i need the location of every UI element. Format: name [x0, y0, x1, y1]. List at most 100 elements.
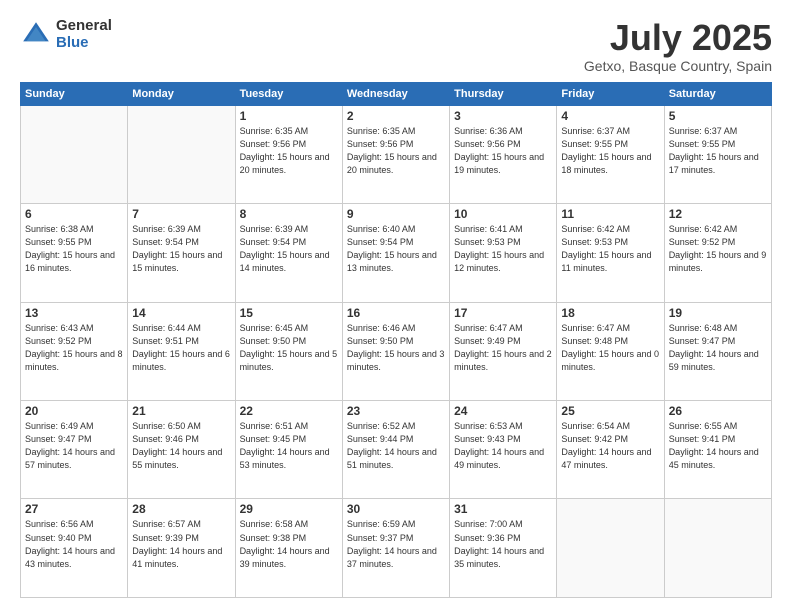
calendar-cell: 3 Sunrise: 6:36 AM Sunset: 9:56 PM Daylig…	[450, 105, 557, 203]
day-info: Sunrise: 6:36 AM Sunset: 9:56 PM Dayligh…	[454, 125, 552, 177]
col-monday: Monday	[128, 82, 235, 105]
calendar-cell: 4 Sunrise: 6:37 AM Sunset: 9:55 PM Daylig…	[557, 105, 664, 203]
day-info: Sunrise: 6:38 AM Sunset: 9:55 PM Dayligh…	[25, 223, 123, 275]
calendar-cell: 9 Sunrise: 6:40 AM Sunset: 9:54 PM Daylig…	[342, 204, 449, 302]
calendar-week-3: 13 Sunrise: 6:43 AM Sunset: 9:52 PM Dayli…	[21, 302, 772, 400]
calendar-cell: 23 Sunrise: 6:52 AM Sunset: 9:44 PM Dayli…	[342, 401, 449, 499]
day-number: 22	[240, 404, 338, 418]
day-info: Sunrise: 6:45 AM Sunset: 9:50 PM Dayligh…	[240, 322, 338, 374]
calendar-cell	[557, 499, 664, 598]
day-number: 29	[240, 502, 338, 516]
day-number: 17	[454, 306, 552, 320]
calendar-cell: 1Sunrise: 6:35 AM Sunset: 9:56 PM Daylig…	[235, 105, 342, 203]
day-info: Sunrise: 7:00 AM Sunset: 9:36 PM Dayligh…	[454, 518, 552, 570]
calendar-cell	[664, 499, 771, 598]
calendar-cell: 24Sunrise: 6:53 AM Sunset: 9:43 PM Dayli…	[450, 401, 557, 499]
day-number: 18	[561, 306, 659, 320]
day-number: 8	[240, 207, 338, 221]
col-friday: Friday	[557, 82, 664, 105]
day-info: Sunrise: 6:57 AM Sunset: 9:39 PM Dayligh…	[132, 518, 230, 570]
calendar-cell: 20 Sunrise: 6:49 AM Sunset: 9:47 PM Dayli…	[21, 401, 128, 499]
calendar-cell: 11Sunrise: 6:42 AM Sunset: 9:53 PM Dayli…	[557, 204, 664, 302]
title-block: July 2025 Getxo, Basque Country, Spain	[584, 18, 772, 74]
day-info: Sunrise: 6:52 AM Sunset: 9:44 PM Dayligh…	[347, 420, 445, 472]
calendar-week-2: 6 Sunrise: 6:38 AM Sunset: 9:55 PM Daylig…	[21, 204, 772, 302]
day-number: 10	[454, 207, 552, 221]
logo-text: General Blue	[56, 18, 112, 51]
day-number: 23	[347, 404, 445, 418]
main-title: July 2025	[584, 18, 772, 58]
day-info: Sunrise: 6:49 AM Sunset: 9:47 PM Dayligh…	[25, 420, 123, 472]
day-info: Sunrise: 6:39 AM Sunset: 9:54 PM Dayligh…	[132, 223, 230, 275]
day-info: Sunrise: 6:44 AM Sunset: 9:51 PM Dayligh…	[132, 322, 230, 374]
logo-blue: Blue	[56, 35, 112, 52]
day-info: Sunrise: 6:47 AM Sunset: 9:49 PM Dayligh…	[454, 322, 552, 374]
calendar-cell: 25Sunrise: 6:54 AM Sunset: 9:42 PM Dayli…	[557, 401, 664, 499]
day-number: 31	[454, 502, 552, 516]
day-info: Sunrise: 6:35 AM Sunset: 9:56 PM Dayligh…	[347, 125, 445, 177]
day-info: Sunrise: 6:59 AM Sunset: 9:37 PM Dayligh…	[347, 518, 445, 570]
day-number: 3	[454, 109, 552, 123]
day-info: Sunrise: 6:41 AM Sunset: 9:53 PM Dayligh…	[454, 223, 552, 275]
day-number: 1	[240, 109, 338, 123]
day-number: 15	[240, 306, 338, 320]
col-wednesday: Wednesday	[342, 82, 449, 105]
calendar-cell: 30 Sunrise: 6:59 AM Sunset: 9:37 PM Dayli…	[342, 499, 449, 598]
day-number: 2	[347, 109, 445, 123]
day-number: 20	[25, 404, 123, 418]
day-info: Sunrise: 6:37 AM Sunset: 9:55 PM Dayligh…	[561, 125, 659, 177]
calendar-cell: 5 Sunrise: 6:37 AM Sunset: 9:55 PM Daylig…	[664, 105, 771, 203]
calendar-cell: 6 Sunrise: 6:38 AM Sunset: 9:55 PM Daylig…	[21, 204, 128, 302]
day-info: Sunrise: 6:58 AM Sunset: 9:38 PM Dayligh…	[240, 518, 338, 570]
day-info: Sunrise: 6:40 AM Sunset: 9:54 PM Dayligh…	[347, 223, 445, 275]
day-info: Sunrise: 6:39 AM Sunset: 9:54 PM Dayligh…	[240, 223, 338, 275]
calendar-week-4: 20 Sunrise: 6:49 AM Sunset: 9:47 PM Dayli…	[21, 401, 772, 499]
day-info: Sunrise: 6:48 AM Sunset: 9:47 PM Dayligh…	[669, 322, 767, 374]
calendar-cell: 31 Sunrise: 7:00 AM Sunset: 9:36 PM Dayli…	[450, 499, 557, 598]
day-info: Sunrise: 6:42 AM Sunset: 9:53 PM Dayligh…	[561, 223, 659, 275]
calendar-cell: 8 Sunrise: 6:39 AM Sunset: 9:54 PM Daylig…	[235, 204, 342, 302]
calendar-cell: 22 Sunrise: 6:51 AM Sunset: 9:45 PM Dayli…	[235, 401, 342, 499]
calendar-cell: 2 Sunrise: 6:35 AM Sunset: 9:56 PM Daylig…	[342, 105, 449, 203]
day-number: 4	[561, 109, 659, 123]
day-info: Sunrise: 6:46 AM Sunset: 9:50 PM Dayligh…	[347, 322, 445, 374]
calendar-cell: 16 Sunrise: 6:46 AM Sunset: 9:50 PM Dayli…	[342, 302, 449, 400]
calendar-table: Sunday Monday Tuesday Wednesday Thursday…	[20, 82, 772, 598]
calendar-cell: 17 Sunrise: 6:47 AM Sunset: 9:49 PM Dayli…	[450, 302, 557, 400]
calendar-cell: 12 Sunrise: 6:42 AM Sunset: 9:52 PM Dayli…	[664, 204, 771, 302]
day-number: 5	[669, 109, 767, 123]
day-number: 24	[454, 404, 552, 418]
day-number: 9	[347, 207, 445, 221]
day-number: 14	[132, 306, 230, 320]
day-number: 30	[347, 502, 445, 516]
day-number: 12	[669, 207, 767, 221]
day-number: 6	[25, 207, 123, 221]
calendar-cell	[21, 105, 128, 203]
logo-general: General	[56, 18, 112, 35]
day-number: 19	[669, 306, 767, 320]
col-tuesday: Tuesday	[235, 82, 342, 105]
calendar-cell: 28 Sunrise: 6:57 AM Sunset: 9:39 PM Dayli…	[128, 499, 235, 598]
calendar-cell: 27Sunrise: 6:56 AM Sunset: 9:40 PM Dayli…	[21, 499, 128, 598]
weekday-row: Sunday Monday Tuesday Wednesday Thursday…	[21, 82, 772, 105]
day-info: Sunrise: 6:50 AM Sunset: 9:46 PM Dayligh…	[132, 420, 230, 472]
day-info: Sunrise: 6:42 AM Sunset: 9:52 PM Dayligh…	[669, 223, 767, 275]
calendar-cell: 10 Sunrise: 6:41 AM Sunset: 9:53 PM Dayli…	[450, 204, 557, 302]
logo-icon	[20, 19, 52, 51]
calendar-header: Sunday Monday Tuesday Wednesday Thursday…	[21, 82, 772, 105]
day-info: Sunrise: 6:54 AM Sunset: 9:42 PM Dayligh…	[561, 420, 659, 472]
calendar-cell: 14 Sunrise: 6:44 AM Sunset: 9:51 PM Dayli…	[128, 302, 235, 400]
calendar-cell: 15 Sunrise: 6:45 AM Sunset: 9:50 PM Dayli…	[235, 302, 342, 400]
calendar-cell: 18Sunrise: 6:47 AM Sunset: 9:48 PM Dayli…	[557, 302, 664, 400]
day-number: 13	[25, 306, 123, 320]
calendar-cell: 19 Sunrise: 6:48 AM Sunset: 9:47 PM Dayli…	[664, 302, 771, 400]
day-info: Sunrise: 6:51 AM Sunset: 9:45 PM Dayligh…	[240, 420, 338, 472]
day-number: 28	[132, 502, 230, 516]
day-info: Sunrise: 6:37 AM Sunset: 9:55 PM Dayligh…	[669, 125, 767, 177]
day-number: 16	[347, 306, 445, 320]
calendar-cell: 13 Sunrise: 6:43 AM Sunset: 9:52 PM Dayli…	[21, 302, 128, 400]
calendar-week-5: 27Sunrise: 6:56 AM Sunset: 9:40 PM Dayli…	[21, 499, 772, 598]
calendar-body: 1 Sunrise: 6:35 AM Sunset: 9:56 PM Daylig…	[21, 105, 772, 597]
header: General Blue July 2025 Getxo, Basque Cou…	[20, 18, 772, 74]
day-info: Sunrise: 6:43 AM Sunset: 9:52 PM Dayligh…	[25, 322, 123, 374]
